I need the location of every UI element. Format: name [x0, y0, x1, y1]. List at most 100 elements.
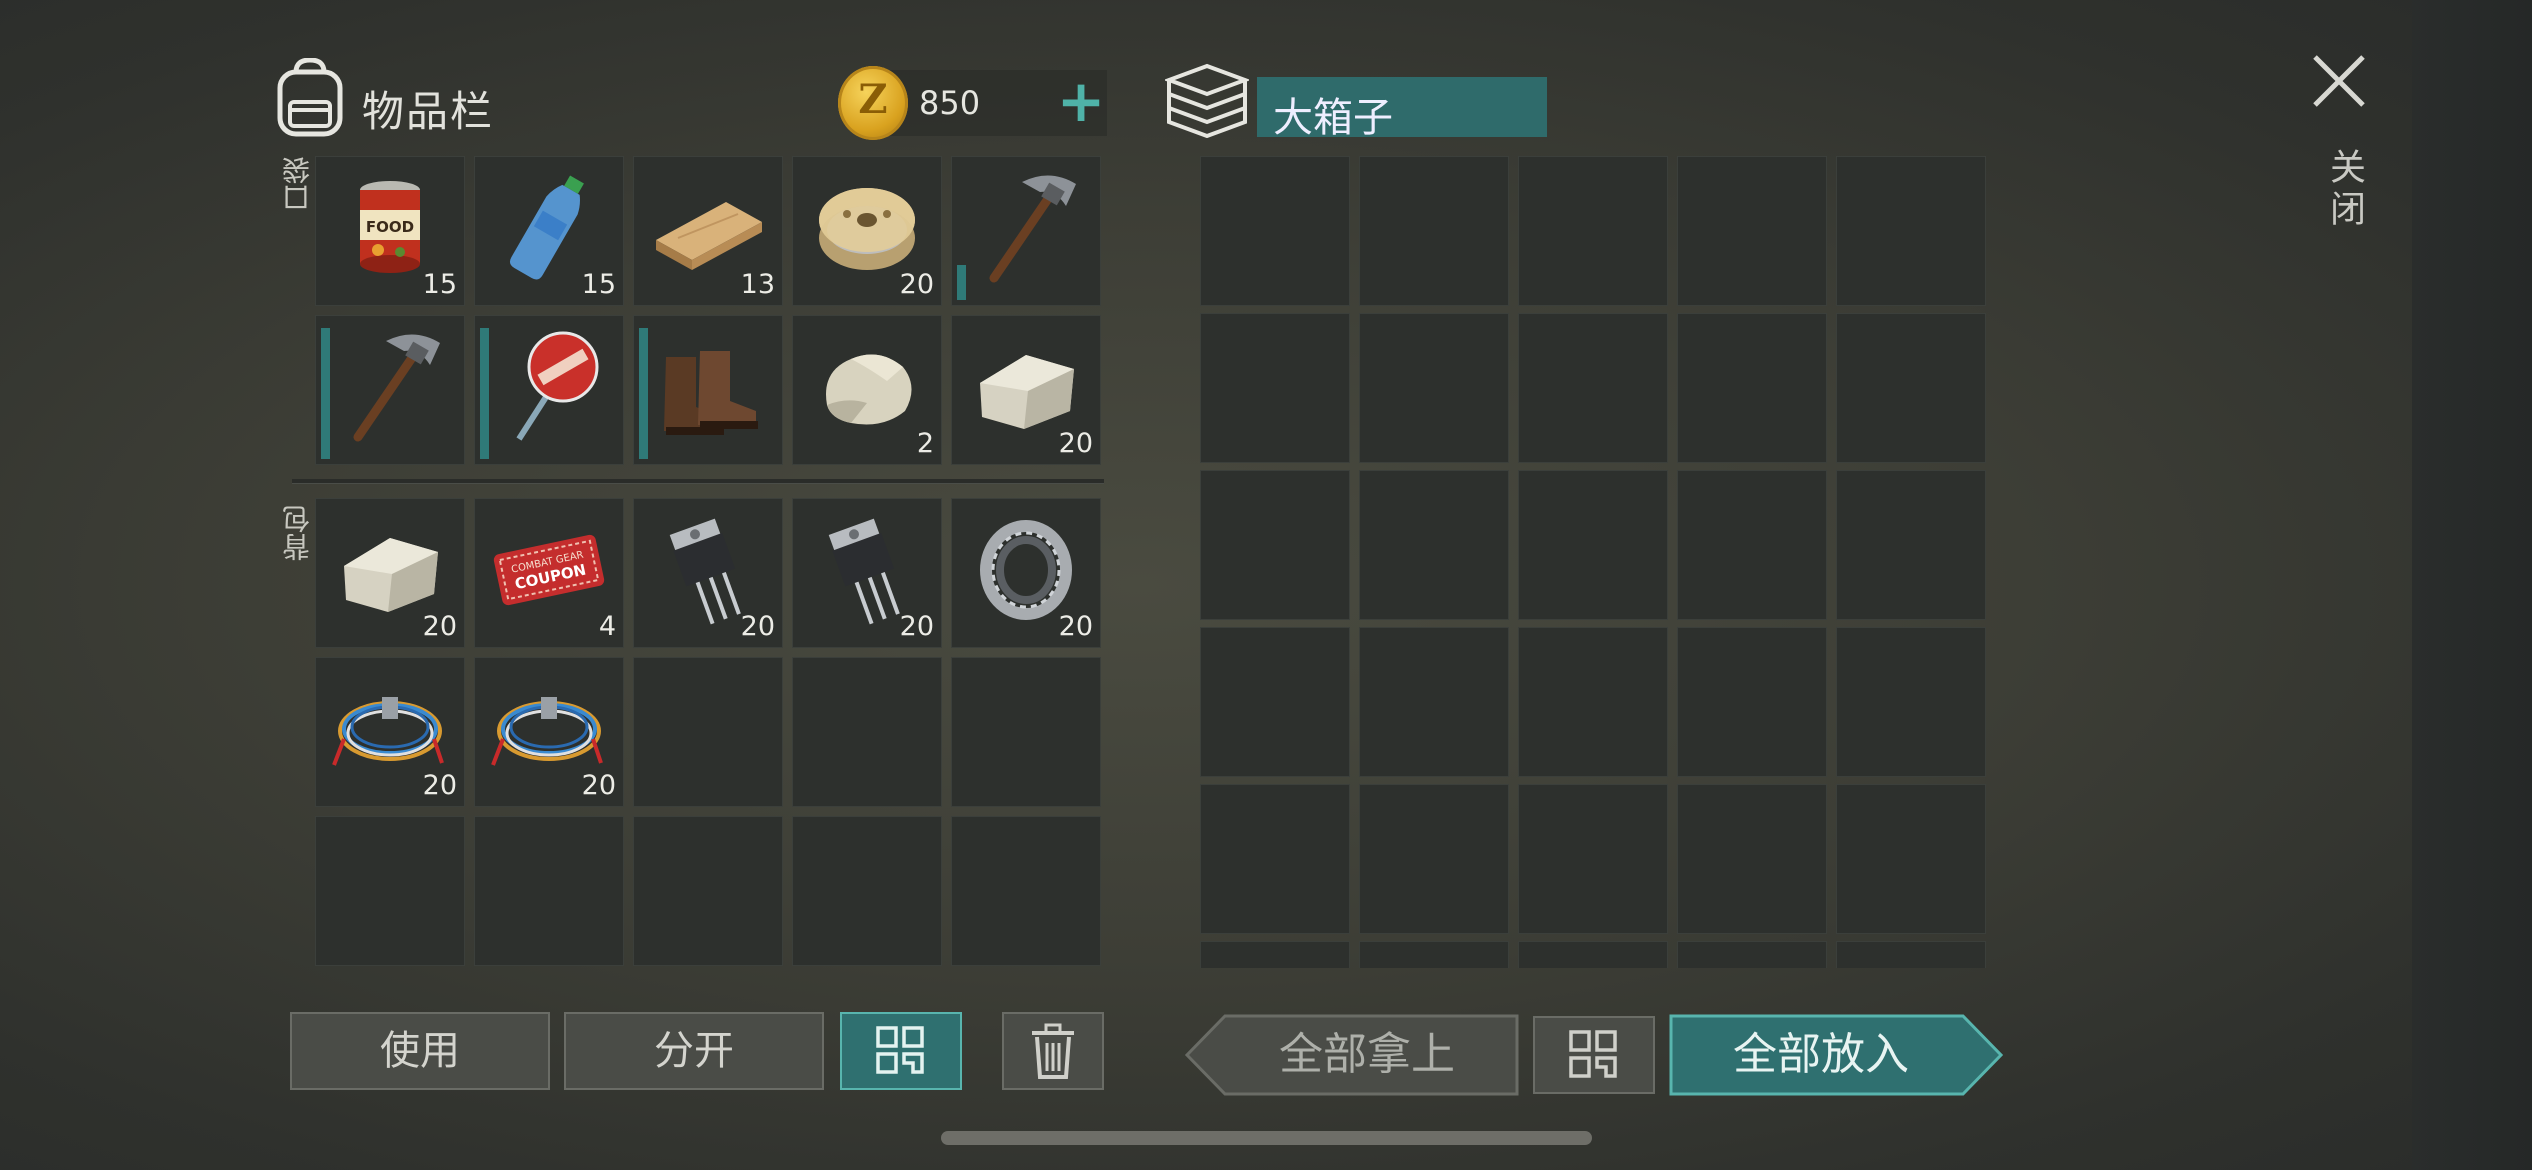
boots-icon: [664, 351, 758, 435]
empty-slot[interactable]: [474, 816, 624, 966]
backpack-slot[interactable]: COMBAT GEAR COUPON 4: [474, 498, 624, 648]
backpack-slot[interactable]: 20: [474, 657, 624, 807]
empty-slot[interactable]: [792, 816, 942, 966]
coin-count: 850: [919, 84, 981, 122]
container-title: 大箱子: [1257, 77, 1547, 141]
item-quantity: 15: [581, 269, 616, 300]
container-title-text: 大箱子: [1273, 95, 1393, 141]
backpack-slot[interactable]: 20: [951, 498, 1101, 648]
container-slot[interactable]: [1836, 156, 1986, 306]
pocket-slot[interactable]: FOOD 15: [315, 156, 465, 306]
container-slot[interactable]: [1359, 470, 1509, 620]
take-all-button[interactable]: 全部拿上: [1185, 1014, 1519, 1096]
container-slot[interactable]: [1677, 156, 1827, 306]
container-slot[interactable]: [1359, 313, 1509, 463]
pocket-slot[interactable]: [474, 315, 624, 465]
item-quantity: 15: [422, 269, 457, 300]
home-indicator[interactable]: [941, 1131, 1592, 1145]
grid-icon: [876, 1026, 924, 1074]
sort-grid-button[interactable]: [840, 1012, 962, 1090]
container-slot[interactable]: [1200, 156, 1350, 306]
container-slot[interactable]: [1518, 941, 1668, 968]
empty-slot[interactable]: [951, 816, 1101, 966]
pocket-slot[interactable]: 13: [633, 156, 783, 306]
put-all-button[interactable]: 全部放入: [1669, 1014, 2003, 1096]
container-slot[interactable]: [1677, 941, 1827, 968]
currency-box: Z 850 +: [838, 66, 1107, 140]
empty-slot[interactable]: [633, 657, 783, 807]
close-label[interactable]: 关闭: [2318, 148, 2370, 232]
close-icon[interactable]: [2310, 52, 2368, 110]
stone-icon: [826, 354, 912, 425]
container-slot[interactable]: [1359, 627, 1509, 777]
container-slot[interactable]: [1518, 156, 1668, 306]
container-slot[interactable]: [1677, 470, 1827, 620]
container-slot[interactable]: [1200, 313, 1350, 463]
container-slot[interactable]: [1359, 156, 1509, 306]
grid-icon: [1569, 1030, 1617, 1078]
backpack-slot[interactable]: 20: [315, 657, 465, 807]
container-slot[interactable]: [1677, 313, 1827, 463]
backpack-label: 背包: [281, 505, 314, 561]
container-slot[interactable]: [1836, 941, 1986, 968]
container-slot[interactable]: [1200, 470, 1350, 620]
container-slot[interactable]: [1836, 470, 1986, 620]
backpack-slot[interactable]: 20: [633, 498, 783, 648]
durability-bar: [321, 328, 330, 459]
empty-slot[interactable]: [951, 657, 1101, 807]
container-slot[interactable]: [1359, 941, 1509, 968]
item-quantity: 20: [899, 611, 934, 642]
trash-button[interactable]: [1002, 1012, 1104, 1090]
container-slot[interactable]: [1518, 313, 1668, 463]
pocket-slot[interactable]: 20: [951, 315, 1101, 465]
pocket-label: 口袋: [281, 156, 314, 212]
container-sort-button[interactable]: [1533, 1016, 1655, 1094]
container-slot[interactable]: [1200, 627, 1350, 777]
container-slot[interactable]: [1836, 313, 1986, 463]
pickaxe-icon: [989, 175, 1076, 283]
container-slot[interactable]: [1677, 627, 1827, 777]
pocket-slot[interactable]: 15: [474, 156, 624, 306]
trash-icon: [1032, 1023, 1074, 1079]
container-slot[interactable]: [1200, 784, 1350, 934]
pocket-slot[interactable]: [951, 156, 1101, 306]
item-quantity: 2: [916, 428, 934, 459]
container-slot[interactable]: [1677, 784, 1827, 934]
container-grid: [1200, 156, 1990, 968]
section-divider: [292, 479, 1104, 483]
durability-bar: [480, 328, 489, 459]
container-slot[interactable]: [1518, 784, 1668, 934]
backpack-icon: [277, 58, 343, 137]
split-button[interactable]: 分开: [564, 1012, 824, 1090]
item-quantity: 20: [422, 770, 457, 801]
empty-slot[interactable]: [315, 816, 465, 966]
container-slot[interactable]: [1518, 470, 1668, 620]
use-button[interactable]: 使用: [290, 1012, 550, 1090]
put-all-label: 全部放入: [1733, 1029, 1909, 1080]
coupon-icon: COMBAT GEARCOUPON: [493, 534, 605, 606]
pocket-slot[interactable]: 20: [792, 156, 942, 306]
empty-slot[interactable]: [633, 816, 783, 966]
container-slot[interactable]: [1359, 784, 1509, 934]
pickaxe-icon: [353, 334, 440, 442]
right-edge-band: [2412, 0, 2532, 1170]
container-slot[interactable]: [1836, 784, 1986, 934]
pocket-slot[interactable]: 2: [792, 315, 942, 465]
item-quantity: 20: [740, 611, 775, 642]
pocket-slot[interactable]: [633, 315, 783, 465]
item-quantity: 20: [1058, 611, 1093, 642]
backpack-slot[interactable]: 20: [792, 498, 942, 648]
durability-bar: [639, 328, 648, 459]
stop-sign-icon: [516, 331, 599, 441]
add-coins-button[interactable]: +: [1056, 70, 1106, 136]
item-quantity: 4: [598, 611, 616, 642]
empty-slot[interactable]: [792, 657, 942, 807]
durability-bar: [957, 265, 966, 300]
container-slot[interactable]: [1518, 627, 1668, 777]
storage-box-icon: [1165, 63, 1249, 138]
coin-icon: Z: [838, 66, 908, 140]
container-slot[interactable]: [1200, 941, 1350, 968]
pocket-slot[interactable]: [315, 315, 465, 465]
backpack-slot[interactable]: 20: [315, 498, 465, 648]
container-slot[interactable]: [1836, 627, 1986, 777]
